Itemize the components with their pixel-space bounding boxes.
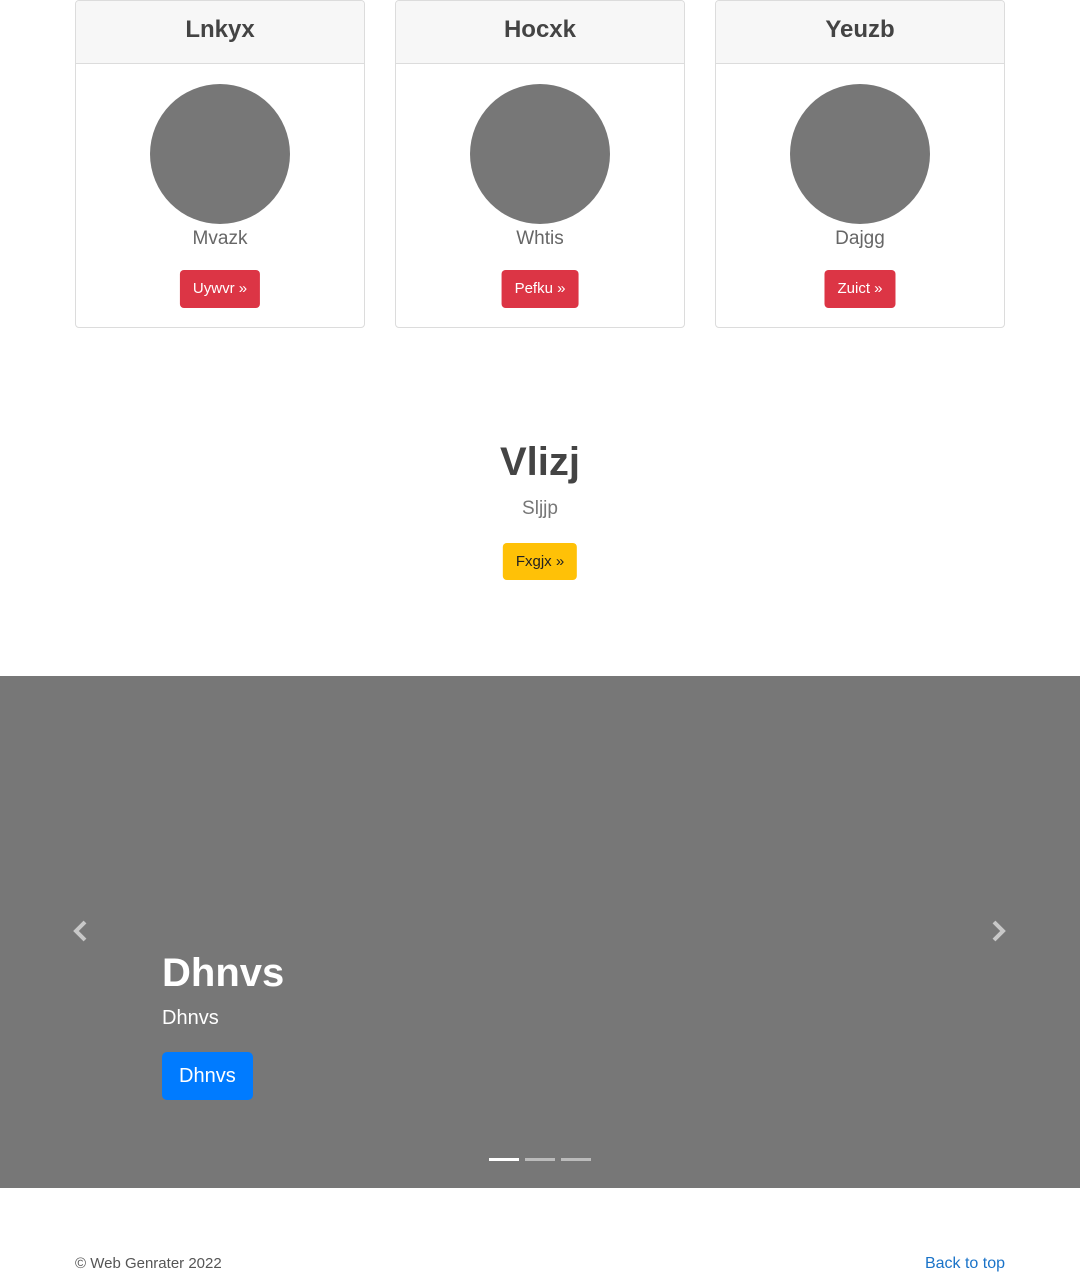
avatar-placeholder — [470, 84, 610, 224]
card-subtitle: Whtis — [516, 228, 564, 249]
hero-subtitle: Sljjp — [522, 498, 558, 519]
carousel-next-button[interactable] — [988, 919, 1008, 943]
carousel-prev-button[interactable] — [71, 919, 91, 943]
hero-button[interactable]: Fxgjx » — [502, 543, 578, 580]
card: Yeuzb Dajgg Zuict » — [715, 0, 1005, 328]
carousel-caption-title: Dhnvs — [162, 951, 285, 995]
card: Lnkyx Mvazk Uywvr » — [75, 0, 365, 328]
card-body: Mvazk Uywvr » — [76, 64, 364, 327]
footer-copyright: © Web Genrater 2022 — [75, 1255, 222, 1272]
card-subtitle: Mvazk — [192, 228, 248, 249]
card-title: Yeuzb — [716, 1, 1004, 64]
card-row: Lnkyx Mvazk Uywvr » Hocxk Whtis Pefku » … — [75, 0, 1005, 328]
card: Hocxk Whtis Pefku » — [395, 0, 685, 328]
card-title: Lnkyx — [76, 1, 364, 64]
carousel: Dhnvs Dhnvs Dhnvs — [0, 676, 1080, 1188]
chevron-right-icon — [992, 920, 1006, 942]
carousel-indicator[interactable] — [525, 1158, 555, 1161]
card-body: Dajgg Zuict » — [716, 64, 1004, 327]
chevron-left-icon — [73, 920, 87, 942]
card-subtitle: Dajgg — [835, 228, 885, 249]
avatar-placeholder — [790, 84, 930, 224]
hero-title: Vlizj — [499, 440, 581, 484]
carousel-indicator[interactable] — [561, 1158, 591, 1161]
avatar-placeholder — [150, 84, 290, 224]
card-button[interactable]: Pefku » — [501, 270, 579, 308]
card-body: Whtis Pefku » — [396, 64, 684, 327]
carousel-button[interactable]: Dhnvs — [162, 1052, 253, 1100]
card-button[interactable]: Uywvr » — [179, 270, 261, 308]
card-button[interactable]: Zuict » — [824, 270, 896, 308]
carousel-indicator[interactable] — [489, 1158, 519, 1161]
back-to-top-link[interactable]: Back to top — [925, 1255, 1005, 1273]
card-title: Hocxk — [396, 1, 684, 64]
carousel-caption-text: Dhnvs — [162, 1007, 219, 1029]
